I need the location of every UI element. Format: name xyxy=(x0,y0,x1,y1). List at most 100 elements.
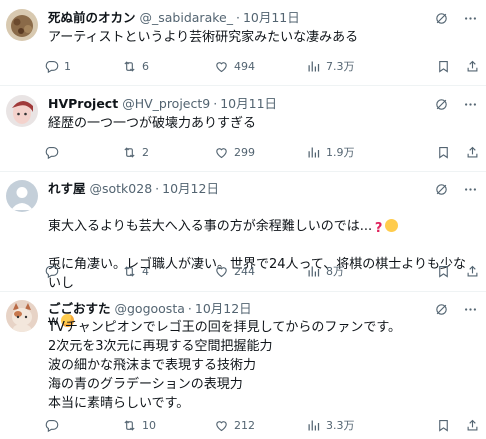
tweet-end-actions xyxy=(436,145,480,160)
views-icon xyxy=(306,59,321,74)
views-button[interactable]: 8万 xyxy=(306,263,396,279)
retweet-button[interactable]: 4 xyxy=(122,264,214,279)
separator-dot: · xyxy=(187,301,192,316)
views-count: 3.3万 xyxy=(326,419,355,432)
avatar[interactable] xyxy=(6,180,38,212)
user-handle[interactable]: @_sabidarake_ xyxy=(140,10,233,25)
share-icon[interactable] xyxy=(465,145,480,160)
tweet-header: HVProject @HV_project9 · 10月11日 xyxy=(48,95,446,113)
retweet-icon xyxy=(122,59,137,74)
reply-count: 1 xyxy=(64,59,71,73)
action-bar: 2 299 1.9万 xyxy=(44,142,480,162)
like-count: 212 xyxy=(234,418,255,432)
timestamp[interactable]: 10月12日 xyxy=(162,181,219,196)
share-icon[interactable] xyxy=(465,264,480,279)
like-icon xyxy=(214,59,229,74)
tweet-header: れす屋 @sotk028 · 10月12日 xyxy=(48,180,446,198)
reply-button[interactable] xyxy=(44,418,122,433)
views-icon xyxy=(306,264,321,279)
retweet-button[interactable]: 6 xyxy=(122,59,214,74)
share-icon[interactable] xyxy=(465,418,480,433)
tweet[interactable]: れす屋 @sotk028 · 10月12日 東大入るよりも芸大へ入る事の方が余程難し… xyxy=(0,172,486,329)
more-icon[interactable] xyxy=(463,182,478,197)
user-handle[interactable]: @sotk028 xyxy=(90,181,153,196)
retweet-count: 10 xyxy=(142,418,156,432)
reply-icon xyxy=(44,145,59,160)
tweet[interactable]: ごごおすた @gogoosta · 10月12日 TVチャンピオンでレゴ王の回を拝見… xyxy=(0,292,486,439)
views-button[interactable]: 3.3万 xyxy=(306,417,396,433)
views-count: 7.3万 xyxy=(326,60,355,73)
timeline: 死ぬ前のオカン @_sabidarake_ · 10月11日 アーティストというより… xyxy=(0,0,486,439)
retweet-count: 4 xyxy=(142,264,149,278)
display-name[interactable]: HVProject xyxy=(48,96,118,111)
bookmark-icon[interactable] xyxy=(436,59,451,74)
like-icon xyxy=(214,145,229,160)
tweet[interactable]: HVProject @HV_project9 · 10月11日 経歴の一つ一つが破壊… xyxy=(0,86,486,172)
views-count: 8万 xyxy=(326,265,344,278)
retweet-count: 6 xyxy=(142,59,149,73)
thinking-emoji xyxy=(385,219,399,232)
views-button[interactable]: 1.9万 xyxy=(306,144,396,160)
separator-dot: · xyxy=(155,181,160,196)
grok-icon[interactable] xyxy=(434,97,449,112)
share-icon[interactable] xyxy=(465,59,480,74)
reply-icon xyxy=(44,264,59,279)
avatar[interactable] xyxy=(6,9,38,41)
tweet-text: 経歴の一つ一つが破壊力ありすぎる xyxy=(48,116,257,131)
display-name[interactable]: ごごおすた xyxy=(48,301,111,316)
tweet-top-actions xyxy=(434,180,478,198)
grok-icon[interactable] xyxy=(434,302,449,317)
action-bar: 4 244 8万 xyxy=(44,261,480,281)
retweet-icon xyxy=(122,145,137,160)
tweet-top-actions xyxy=(434,95,478,113)
like-count: 299 xyxy=(234,145,255,159)
like-button[interactable]: 299 xyxy=(214,145,306,160)
tweet-text: アーティストというより芸術研究家みたいな凄みある xyxy=(48,30,359,45)
tweet-header: 死ぬ前のオカン @_sabidarake_ · 10月11日 xyxy=(48,9,446,27)
views-count: 1.9万 xyxy=(326,146,355,159)
timestamp[interactable]: 10月11日 xyxy=(220,96,277,111)
retweet-count: 2 xyxy=(142,145,149,159)
more-icon[interactable] xyxy=(463,97,478,112)
timestamp[interactable]: 10月12日 xyxy=(195,301,252,316)
tweet-top-actions xyxy=(434,9,478,27)
separator-dot: · xyxy=(235,10,240,25)
grok-icon[interactable] xyxy=(434,11,449,26)
reply-button[interactable] xyxy=(44,264,122,279)
like-button[interactable]: 494 xyxy=(214,59,306,74)
action-bar: 1 6 494 7.3万 xyxy=(44,56,480,76)
views-icon xyxy=(306,145,321,160)
tweet-text-line-1: 東大入るよりも芸大へ入る事の方が余程難しいのでは... xyxy=(48,219,373,234)
action-bar: 10 212 3.3万 xyxy=(44,415,480,435)
timestamp[interactable]: 10月11日 xyxy=(243,10,300,25)
retweet-button[interactable]: 10 xyxy=(122,418,214,433)
reply-button[interactable]: 1 xyxy=(44,59,122,74)
like-button[interactable]: 212 xyxy=(214,418,306,433)
bookmark-icon[interactable] xyxy=(436,418,451,433)
user-handle[interactable]: @HV_project9 xyxy=(122,96,210,111)
user-handle[interactable]: @gogoosta xyxy=(115,301,185,316)
tweet-header: ごごおすた @gogoosta · 10月12日 xyxy=(48,300,446,318)
display-name[interactable]: れす屋 xyxy=(48,181,86,196)
avatar[interactable] xyxy=(6,95,38,127)
like-icon xyxy=(214,418,229,433)
tweet-end-actions xyxy=(436,59,480,74)
tweet-top-actions xyxy=(434,300,478,318)
more-icon[interactable] xyxy=(463,302,478,317)
views-button[interactable]: 7.3万 xyxy=(306,58,396,74)
tweet-text: TVチャンピオンでレゴ王の回を拝見してからのファンです。 2次元を3次元に再現す… xyxy=(48,320,402,411)
more-icon[interactable] xyxy=(463,11,478,26)
display-name[interactable]: 死ぬ前のオカン xyxy=(48,10,136,25)
views-icon xyxy=(306,418,321,433)
avatar[interactable] xyxy=(6,300,38,332)
like-button[interactable]: 244 xyxy=(214,264,306,279)
bookmark-icon[interactable] xyxy=(436,264,451,279)
grok-icon[interactable] xyxy=(434,182,449,197)
reply-button[interactable] xyxy=(44,145,122,160)
bookmark-icon[interactable] xyxy=(436,145,451,160)
separator-dot: · xyxy=(213,96,218,111)
tweet[interactable]: 死ぬ前のオカン @_sabidarake_ · 10月11日 アーティストというより… xyxy=(0,0,486,86)
retweet-button[interactable]: 2 xyxy=(122,145,214,160)
question-emoji: ? xyxy=(374,221,383,236)
tweet-end-actions xyxy=(436,264,480,279)
